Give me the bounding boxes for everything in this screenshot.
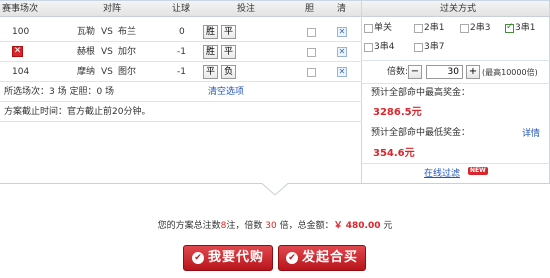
agent-buy-button[interactable]: ✔ 我要代购	[183, 245, 273, 271]
home-team: 赫根	[77, 47, 96, 57]
pass-option-checkbox[interactable]	[505, 22, 514, 33]
header-bet: 投注	[237, 4, 256, 14]
divider	[362, 83, 550, 84]
home-team: 摩纳	[77, 67, 96, 77]
order-summary: 您的方案总注数8注，倍数 30 倍，总金额：￥ 480.00 元	[0, 221, 550, 232]
pass-option-checkbox[interactable]	[460, 24, 469, 33]
start-group-buy-button[interactable]: ✔ 发起合买	[278, 245, 366, 271]
pass-option-label: 2串1	[424, 23, 445, 33]
pass-option-checkbox[interactable]	[364, 43, 373, 52]
divider	[362, 163, 550, 164]
pass-option-checkbox[interactable]	[364, 24, 373, 33]
away-team: 布兰	[118, 27, 137, 37]
betting-panel: 赛事场次 对阵 让球 投注 胆 清 100 瓦勒 VS 布兰 0 胜 平 ✕ ✕…	[0, 0, 550, 184]
summary-prefix: 您的方案总注数	[157, 221, 221, 231]
match-no: 104	[12, 67, 30, 77]
bet-option-button[interactable]: 负	[221, 65, 237, 79]
agent-buy-label: 我要代购	[207, 250, 264, 265]
divider	[362, 60, 550, 61]
multiplier-input[interactable]: 30	[426, 65, 463, 79]
selection-summary-row: 所选场次：3 场 定胆：0 场 清空选项	[0, 82, 362, 102]
banker-checkbox[interactable]	[307, 28, 316, 37]
pass-option-checkbox[interactable]	[414, 43, 423, 52]
pass-option-label: 3串4	[374, 42, 395, 52]
bet-option-button[interactable]: 平	[221, 45, 237, 59]
table-row: 100 瓦勒 VS 布兰 0 胜 平 ✕	[0, 22, 362, 42]
header-clear: 清	[337, 4, 347, 14]
table-row: 104 摩纳 VS 图尔 -1 平 负 ✕	[0, 62, 362, 82]
handicap-value: -1	[177, 67, 186, 77]
header-handicap: 让球	[172, 4, 191, 14]
max-prize-label: 预计全部命中最高奖金：	[371, 88, 471, 98]
clear-row-icon[interactable]: ✕	[337, 67, 347, 77]
clear-row-icon[interactable]: ✕	[337, 47, 347, 57]
multiplier-minus-button[interactable]: −	[408, 65, 422, 79]
vs-label: VS	[101, 67, 113, 77]
check-circle-icon: ✔	[191, 252, 204, 264]
match-table-header: 赛事场次 对阵 让球 投注 胆 清	[0, 1, 361, 17]
match-table: 赛事场次 对阵 让球 投注 胆 清 100 瓦勒 VS 布兰 0 胜 平 ✕ ✕…	[0, 1, 362, 184]
new-badge: NEW	[468, 167, 488, 175]
pass-type-header: 过关方式	[362, 1, 549, 17]
pass-option-checkbox[interactable]	[414, 24, 423, 33]
header-banker: 胆	[305, 4, 315, 14]
summary-mid2: 倍，总金额：	[279, 221, 334, 231]
multiplier-plus-button[interactable]: +	[466, 65, 480, 79]
check-circle-icon: ✔	[285, 252, 298, 264]
vs-label: VS	[101, 47, 113, 57]
away-team: 图尔	[118, 67, 137, 77]
handicap-value: 0	[179, 27, 185, 37]
table-row: ✕ 赫根 VS 加尔 -1 胜 平 ✕	[0, 42, 362, 62]
bet-option-button[interactable]: 胜	[203, 25, 219, 39]
clear-row-icon[interactable]: ✕	[337, 27, 347, 37]
bet-option-button[interactable]: 胜	[203, 45, 219, 59]
min-prize-label: 预计全部命中最低奖金：	[371, 128, 471, 138]
summary-suffix: 元	[383, 221, 393, 231]
banker-checkbox[interactable]	[307, 48, 316, 57]
away-team: 加尔	[118, 47, 137, 57]
vs-label: VS	[101, 27, 113, 37]
pass-option-label: 2串3	[470, 23, 491, 33]
total-amount: ￥ 480.00	[333, 221, 381, 231]
deadline-text: 方案截止时间：官方截止前20分钟。	[4, 107, 151, 117]
pass-option-label: 3串1	[515, 23, 536, 33]
home-team: 瓦勒	[77, 27, 96, 37]
min-prize-value: 354.6元	[373, 148, 415, 159]
bet-option-button[interactable]: 平	[221, 25, 237, 39]
remove-match-icon[interactable]: ✕	[12, 46, 23, 57]
selection-summary: 所选场次：3 场 定胆：0 场	[4, 87, 115, 97]
panel-bottom-arrow	[0, 183, 550, 196]
online-filter-link[interactable]: 在线过滤	[424, 169, 460, 180]
deadline-row: 方案截止时间：官方截止前20分钟。	[0, 102, 362, 122]
group-buy-label: 发起合买	[301, 250, 358, 265]
handicap-value: -1	[177, 47, 186, 57]
pass-type-title: 过关方式	[440, 4, 477, 14]
pass-type-panel: 过关方式 单关 2串1 2串3 3串1 3串4 3串7 倍数: − 30 + (…	[362, 1, 550, 184]
pass-option-label: 3串7	[424, 42, 445, 52]
max-prize-value: 3286.5元	[373, 107, 422, 118]
details-link[interactable]: 详情	[522, 129, 540, 140]
header-match-no: 赛事场次	[2, 4, 39, 14]
clear-selection-link[interactable]: 清空选项	[208, 86, 244, 98]
multiplier-max-note: (最高10000倍)	[482, 68, 538, 77]
total-multiple: 30	[265, 221, 277, 231]
match-no: 100	[12, 27, 30, 37]
multiplier-label: 倍数:	[387, 67, 409, 77]
summary-mid1: 注，倍数	[226, 221, 263, 231]
pass-option-label: 单关	[374, 23, 393, 33]
bet-option-button[interactable]: 平	[203, 65, 219, 79]
banker-checkbox[interactable]	[307, 68, 316, 77]
header-versus: 对阵	[103, 4, 122, 14]
